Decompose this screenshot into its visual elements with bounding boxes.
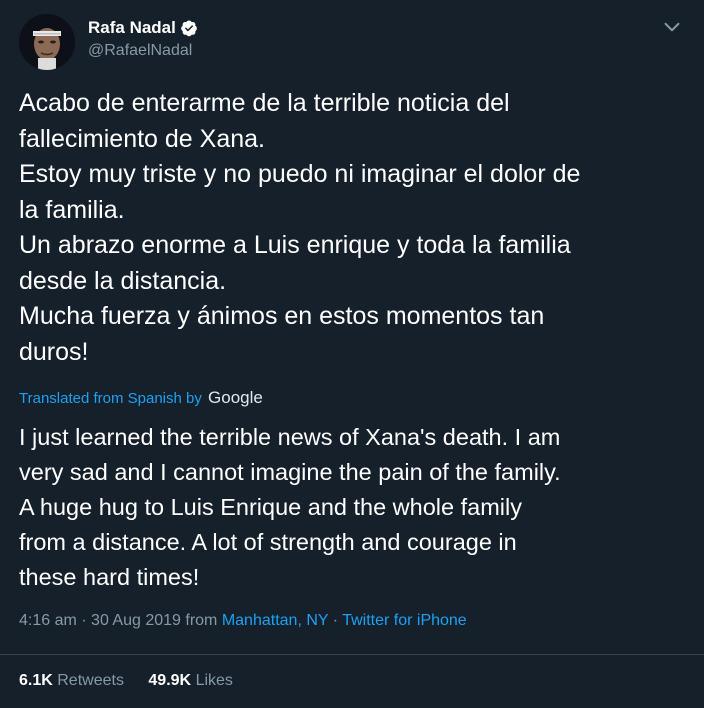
translated-text-line: these hard times!: [19, 564, 200, 590]
tweet-text-line: Acabo de enterarme de la terrible notici…: [19, 89, 510, 117]
likes-count: 49.9K: [148, 672, 192, 689]
tweet-text-line: la familia.: [19, 195, 125, 224]
profile-photo: [19, 14, 75, 70]
chevron-down-icon[interactable]: [659, 14, 685, 40]
translated-from-link[interactable]: Translated from Spanish by Google: [19, 388, 263, 408]
user-handle[interactable]: @RafaelNadal: [88, 42, 192, 60]
retweets-stat[interactable]: 6.1K Retweets: [19, 672, 128, 689]
tweet-text-line: Mucha fuerza y ánimos en estos momentos …: [19, 302, 545, 330]
tweet-text: Acabo de enterarme de la terrible notici…: [19, 86, 685, 370]
translated-text-line: A huge hug to Luis Enrique and the whole…: [19, 494, 522, 520]
tweet-text-line: Un abrazo enorme a Luis enrique y toda l…: [19, 231, 571, 259]
translated-label: Translated from Spanish by: [19, 390, 202, 407]
tweet-text-line: duros!: [19, 337, 89, 366]
tweet-header: Rafa Nadal @RafaelNadal: [19, 14, 685, 70]
tweet-time[interactable]: 4:16 am: [19, 612, 77, 629]
name-row: Rafa Nadal: [88, 18, 198, 38]
translated-text-line: very sad and I cannot imagine the pain o…: [19, 459, 561, 485]
likes-label: Likes: [195, 672, 233, 689]
retweets-count: 6.1K: [19, 672, 53, 689]
retweets-label: Retweets: [57, 672, 124, 689]
tweet-text-line: fallecimiento de Xana.: [19, 124, 265, 153]
display-name[interactable]: Rafa Nadal: [88, 18, 176, 38]
google-logo-text: Google: [208, 388, 263, 407]
likes-stat[interactable]: 49.9K Likes: [148, 672, 233, 689]
tweet-stats: 6.1K Retweets 49.9K Likes: [19, 672, 253, 690]
translated-text-line: I just learned the terrible news of Xana…: [19, 424, 561, 450]
translated-text-line: from a distance. A lot of strength and c…: [19, 529, 517, 555]
source-link[interactable]: Twitter for iPhone: [342, 612, 467, 629]
tweet-text-line: Estoy muy triste y no puedo ni imaginar …: [19, 160, 581, 188]
translated-text: I just learned the terrible news of Xana…: [19, 420, 689, 595]
tweet-meta: 4:16 am · 30 Aug 2019 from Manhattan, NY…: [19, 612, 467, 630]
tweet-date[interactable]: 30 Aug 2019: [91, 612, 181, 629]
divider: [0, 654, 704, 655]
from-label: from: [185, 612, 218, 629]
meta-separator: ·: [81, 612, 87, 629]
meta-separator: ·: [332, 612, 339, 629]
verified-badge-icon: [181, 20, 197, 37]
tweet-text-line: desde la distancia.: [19, 266, 227, 295]
avatar[interactable]: [19, 14, 75, 70]
location-link[interactable]: Manhattan, NY: [222, 612, 328, 629]
